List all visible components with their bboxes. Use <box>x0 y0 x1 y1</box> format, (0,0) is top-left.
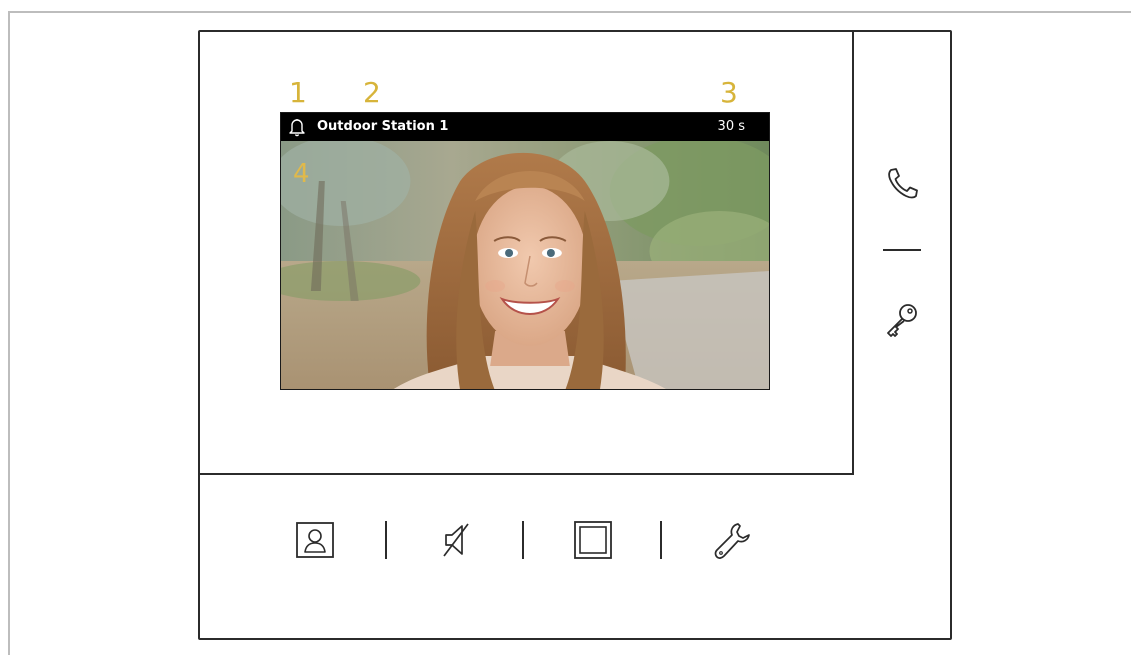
callout-1: 1 <box>289 76 307 109</box>
wrench-icon[interactable] <box>712 520 752 560</box>
button-separator <box>522 521 524 559</box>
video-display: Outdoor Station 1 30 s <box>280 112 770 390</box>
callout-3: 3 <box>720 76 738 109</box>
call-timer: 30 s <box>717 119 745 134</box>
key-icon[interactable] <box>882 300 922 340</box>
side-separator <box>883 249 921 251</box>
bell-icon <box>289 119 305 137</box>
screen-frame-icon[interactable] <box>573 520 613 560</box>
station-name: Outdoor Station 1 <box>317 119 449 134</box>
button-separator <box>660 521 662 559</box>
status-bar: Outdoor Station 1 30 s <box>281 113 769 141</box>
callout-2: 2 <box>363 76 381 109</box>
document-frame-left <box>8 11 10 655</box>
contact-card-icon[interactable] <box>296 522 334 558</box>
phone-icon[interactable] <box>883 164 923 204</box>
camera-video-feed <box>281 141 769 389</box>
callout-4: 4 <box>293 159 310 189</box>
mute-icon[interactable] <box>438 520 474 560</box>
document-frame-top <box>8 11 1131 13</box>
button-separator <box>385 521 387 559</box>
